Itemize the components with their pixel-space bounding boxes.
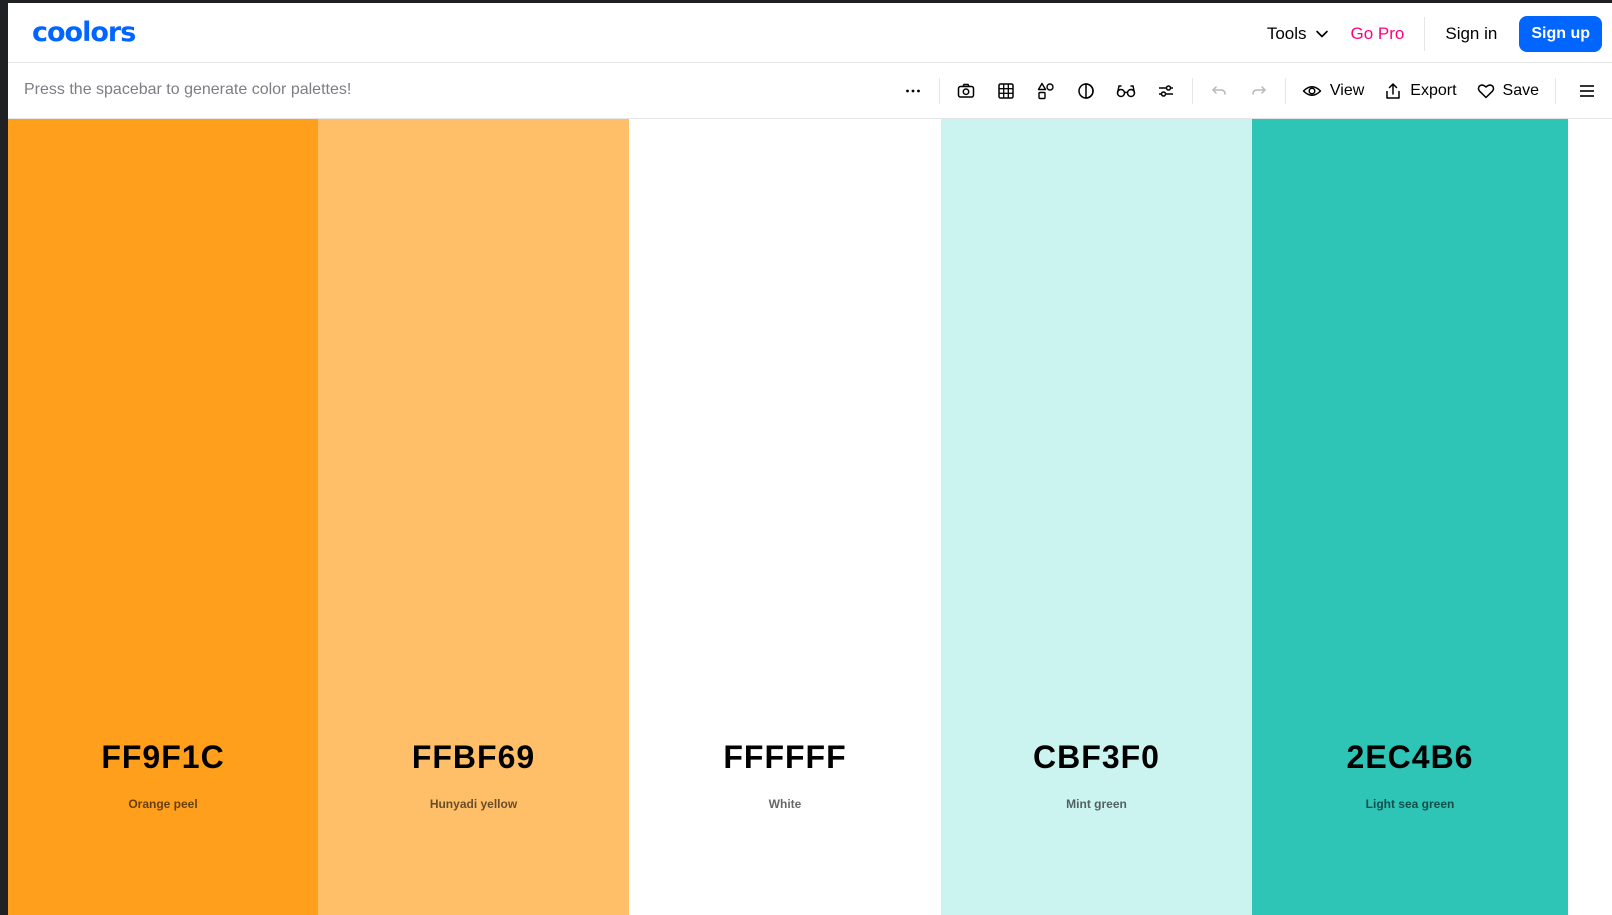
color-swatch[interactable]: FF9F1C Orange peel xyxy=(8,119,318,915)
top-navbar: coolors Tools Go Pro Sign in Sign up xyxy=(8,3,1612,63)
shapes-button[interactable] xyxy=(1026,71,1066,111)
export-label: Export xyxy=(1410,82,1457,99)
tools-menu[interactable]: Tools xyxy=(1267,24,1329,44)
hex-code[interactable]: 2EC4B6 xyxy=(1252,739,1568,776)
toolbar-divider xyxy=(938,78,940,104)
color-blindness-button[interactable] xyxy=(1106,71,1146,111)
tools-label: Tools xyxy=(1266,24,1307,43)
nav-right: Tools Go Pro Sign in Sign up xyxy=(1267,16,1602,52)
save-button[interactable]: Save xyxy=(1467,71,1549,111)
color-name: Hunyadi yellow xyxy=(429,797,518,811)
chevron-down-icon xyxy=(1315,30,1328,38)
redo-icon xyxy=(1252,86,1266,95)
color-name: Light sea green xyxy=(1365,797,1455,811)
eye-icon xyxy=(1302,86,1322,96)
sliders-icon xyxy=(1158,85,1173,97)
sign-up-button[interactable]: Sign up xyxy=(1519,16,1602,52)
toolbar-divider xyxy=(1284,78,1286,104)
export-icon xyxy=(1386,83,1401,99)
color-name: White xyxy=(768,797,802,811)
undo-button[interactable] xyxy=(1199,71,1239,111)
toolbar-divider xyxy=(1555,78,1556,104)
color-name: Orange peel xyxy=(128,797,198,811)
grid-button[interactable] xyxy=(986,71,1026,111)
hex-code[interactable]: CBF3F0 xyxy=(941,739,1252,776)
contrast-icon xyxy=(1078,83,1094,99)
nav-divider xyxy=(1424,17,1426,51)
toolbar-divider xyxy=(1191,78,1193,104)
color-swatch[interactable]: FFFFFF White xyxy=(629,119,941,915)
generator-toolbar: Press the spacebar to generate color pal… xyxy=(8,63,1612,119)
hex-code[interactable]: FFBF69 xyxy=(318,739,629,776)
hex-code[interactable]: FFFFFF xyxy=(629,739,941,776)
grid-icon xyxy=(998,83,1014,99)
toolbar-actions: View Export Save xyxy=(893,63,1612,119)
color-swatch[interactable]: CBF3F0 Mint green xyxy=(941,119,1252,915)
camera-icon xyxy=(957,83,975,98)
go-pro-link[interactable]: Go Pro xyxy=(1351,24,1405,44)
contrast-button[interactable] xyxy=(1066,71,1106,111)
undo-icon xyxy=(1212,86,1226,95)
coolors-logo[interactable]: coolors xyxy=(32,19,136,46)
spacebar-hint: Press the spacebar to generate color pal… xyxy=(24,81,352,98)
app-window: coolors Tools Go Pro Sign in Sign up Pre… xyxy=(8,3,1612,915)
redo-button[interactable] xyxy=(1239,71,1279,111)
color-swatch[interactable]: FFBF69 Hunyadi yellow xyxy=(318,119,629,915)
sign-in-link[interactable]: Sign in xyxy=(1445,24,1497,44)
heart-icon xyxy=(1477,84,1494,99)
hamburger-icon xyxy=(1580,85,1594,97)
view-label: View xyxy=(1329,82,1365,99)
shapes-icon xyxy=(1037,82,1054,100)
adjust-button[interactable] xyxy=(1146,71,1186,111)
hamburger-menu-button[interactable] xyxy=(1562,71,1612,111)
color-name: Mint green xyxy=(1066,797,1127,811)
hex-code[interactable]: FF9F1C xyxy=(8,739,318,776)
color-palette: FF9F1C Orange peel FFBF69 Hunyadi yellow… xyxy=(8,119,1612,915)
camera-button[interactable] xyxy=(946,71,986,111)
color-swatch[interactable]: 2EC4B6 Light sea green xyxy=(1252,119,1568,915)
view-button[interactable]: View xyxy=(1292,71,1374,111)
more-options-button[interactable] xyxy=(893,71,933,111)
save-label: Save xyxy=(1502,82,1539,99)
export-button[interactable]: Export xyxy=(1374,71,1466,111)
more-icon xyxy=(905,89,920,93)
glasses-icon xyxy=(1116,85,1136,98)
